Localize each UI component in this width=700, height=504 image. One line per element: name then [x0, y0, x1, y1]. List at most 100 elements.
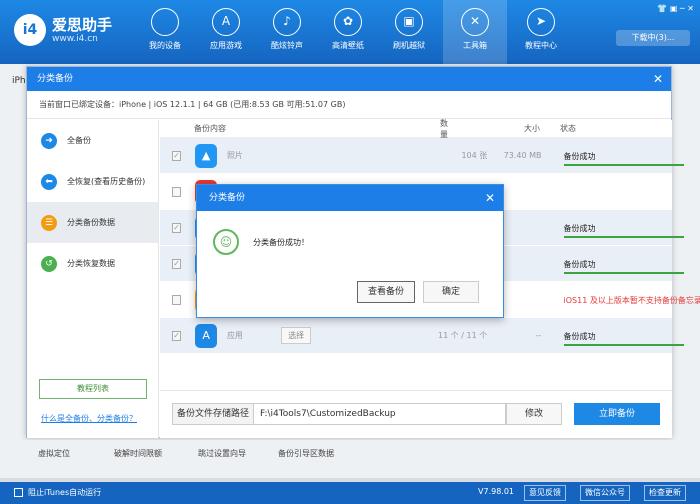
sidebar-item-label: 全备份	[67, 136, 91, 145]
row-checkbox[interactable]: ✓	[172, 150, 182, 161]
status-progress-bar	[563, 163, 684, 166]
arrow-right-icon: ➜	[41, 132, 57, 149]
row-checkbox[interactable]: ✓	[172, 222, 182, 233]
row-status-cell: 备份成功	[563, 246, 684, 282]
appstore-icon: A	[195, 323, 217, 348]
row-status-cell: 备份成功	[563, 318, 684, 354]
feedback-button[interactable]: 意见反馈	[524, 485, 566, 501]
compass-icon: ➤	[527, 8, 555, 36]
nav-item-1[interactable]: A 应用游戏	[199, 0, 253, 64]
modify-button[interactable]: 修改	[506, 403, 562, 425]
row-checkbox[interactable]: ✓	[172, 330, 182, 341]
nav-item-label: 工具箱	[463, 41, 487, 50]
help-link[interactable]: 什么是全备份、分类备份？	[41, 413, 137, 424]
device-info: 当前窗口已绑定设备：iPhone | iOS 12.1.1 | 64 GB (已…	[27, 91, 671, 119]
box-icon: ▣	[395, 8, 423, 36]
sidebar-item-3[interactable]: ↺ 分类恢复数据	[27, 243, 158, 284]
modal-title: 分类备份	[209, 193, 246, 203]
shortcut-skip-setup[interactable]: 跳过设置向导	[198, 448, 246, 459]
nav-item-2[interactable]: ♪ 酷炫铃声	[260, 0, 314, 64]
tools-icon: ✕	[461, 8, 489, 36]
sidebar-item-2[interactable]: ☰ 分类备份数据	[27, 202, 158, 243]
status-progress-bar	[563, 343, 684, 346]
category-restore-icon: ↺	[41, 255, 57, 272]
sidebar-item-label: 全恢复(查看历史备份)	[67, 177, 146, 186]
nav-item-label: 我的设备	[149, 41, 181, 50]
nav-item-0[interactable]: 我的设备	[138, 0, 192, 64]
dialog-title: 分类备份	[37, 74, 74, 84]
backup-now-button[interactable]: 立即备份	[574, 403, 660, 425]
dialog-title-bar: 分类备份 ✕	[27, 67, 671, 91]
nav-item-5[interactable]: ✕ 工具箱	[443, 0, 507, 64]
choose-button[interactable]: 选择	[281, 327, 312, 344]
header-status: 状态	[560, 124, 576, 133]
version-label: V7.98.01	[478, 487, 515, 496]
shortcut-virtual-location[interactable]: 虚拟定位	[38, 448, 70, 459]
wechat-button[interactable]: 微信公众号	[580, 485, 630, 501]
update-button[interactable]: 检查更新	[644, 485, 686, 501]
bell-icon: ♪	[273, 8, 301, 36]
row-status-cell: 备份成功	[563, 210, 684, 246]
shortcut-time-limit[interactable]: 破解时间限额	[114, 448, 162, 459]
app-url: www.i4.cn	[52, 34, 98, 44]
table-header: 备份内容 数量 大小 状态	[160, 119, 672, 139]
status-bar: 阻止iTunes自动运行 V7.98.01 意见反馈 微信公众号 检查更新	[0, 482, 700, 504]
header-content: 备份内容	[194, 124, 226, 133]
dialog-sidebar: ➜ 全备份 ⬅ 全恢复(查看历史备份) ☰ 分类备份数据 ↺ 分类恢复数据 教程列表 什么是全…	[27, 120, 159, 438]
path-bar: 备份文件存储路径 F:\i4Tools7\CustomizedBackup 修改…	[160, 390, 672, 438]
path-field[interactable]: F:\i4Tools7\CustomizedBackup	[254, 403, 506, 425]
row-status: 备份成功	[563, 331, 596, 341]
status-progress-bar	[563, 235, 684, 238]
apple-icon	[151, 8, 179, 36]
nav-item-label: 教程中心	[525, 41, 557, 50]
ok-button[interactable]: 确定	[423, 281, 479, 303]
background-device-label: iPh	[12, 76, 26, 86]
appstore-icon: A	[212, 8, 240, 36]
close-icon[interactable]: ✕	[653, 67, 663, 91]
sidebar-item-label: 分类备份数据	[67, 218, 115, 227]
row-checkbox[interactable]	[172, 186, 182, 197]
shortcut-bar: 虚拟定位 破解时间限额 跳过设置向导 备份引导区数据	[0, 440, 700, 478]
nav-item-6[interactable]: ➤ 教程中心	[514, 0, 568, 64]
nav-item-label: 刷机越狱	[393, 41, 425, 50]
row-name: 应用	[226, 331, 243, 340]
nav-item-label: 高清壁纸	[332, 41, 364, 50]
path-label: 备份文件存储路径	[172, 403, 254, 425]
table-row[interactable]: ✓ A 应用 选择 11 个 / 11 个 -- 备份成功	[160, 318, 684, 354]
sidebar-item-1[interactable]: ⬅ 全恢复(查看历史备份)	[27, 161, 158, 202]
row-count: 11 个 / 11 个	[438, 331, 488, 340]
row-checkbox[interactable]: ✓	[172, 258, 182, 269]
row-status-cell	[564, 174, 672, 210]
arrow-left-icon: ⬅	[41, 173, 57, 190]
nav-item-4[interactable]: ▣ 刷机越狱	[382, 0, 436, 64]
row-checkbox[interactable]	[172, 294, 182, 305]
download-button[interactable]: 下载中(3)...	[616, 30, 690, 46]
logo-icon: i4	[14, 14, 46, 46]
row-status-cell: iOS11 及以上版本暂不支持备份备忘录	[564, 282, 700, 318]
modal-message: 分类备份成功！	[253, 238, 309, 247]
smiley-icon: ☺	[213, 229, 239, 255]
itunes-label: 阻止iTunes自动运行	[28, 488, 102, 497]
modal-close-icon[interactable]: ✕	[485, 185, 495, 211]
main-nav: 我的设备 A 应用游戏 ♪ 酷炫铃声 ✿ 高清壁纸 ▣ 刷机越狱 ✕ 工具箱 ➤ 教程中心	[138, 0, 575, 64]
table-row[interactable]: ✓ ▲ 照片 104 张 73.40 MB 备份成功	[160, 138, 684, 174]
category-backup-icon: ☰	[41, 214, 57, 231]
tutorial-list-button[interactable]: 教程列表	[39, 379, 147, 399]
success-modal: 分类备份 ✕ ☺ 分类备份成功！ 查看备份 确定	[196, 184, 504, 318]
row-status: 备份成功	[563, 223, 596, 233]
row-status-warning: iOS11 及以上版本暂不支持备份备忘录	[563, 295, 700, 305]
sidebar-item-0[interactable]: ➜ 全备份	[27, 120, 158, 161]
nav-item-3[interactable]: ✿ 高清壁纸	[321, 0, 375, 64]
app-logo: i4 爱思助手 www.i4.cn	[8, 10, 138, 50]
row-name: 照片	[226, 151, 243, 160]
row-status-cell: 备份成功	[563, 138, 684, 174]
view-backup-button[interactable]: 查看备份	[357, 281, 415, 303]
photos-icon: ▲	[195, 143, 217, 168]
modal-title-bar: 分类备份 ✕	[197, 185, 503, 211]
sidebar-item-label: 分类恢复数据	[67, 259, 115, 268]
window-controls[interactable]: 👕 ▣ ─ ✕	[657, 4, 694, 13]
nav-item-label: 酷炫铃声	[271, 41, 303, 50]
shortcut-backup-boot[interactable]: 备份引导区数据	[278, 448, 334, 459]
header-size: 大小	[524, 124, 540, 133]
itunes-checkbox[interactable]	[14, 488, 23, 497]
